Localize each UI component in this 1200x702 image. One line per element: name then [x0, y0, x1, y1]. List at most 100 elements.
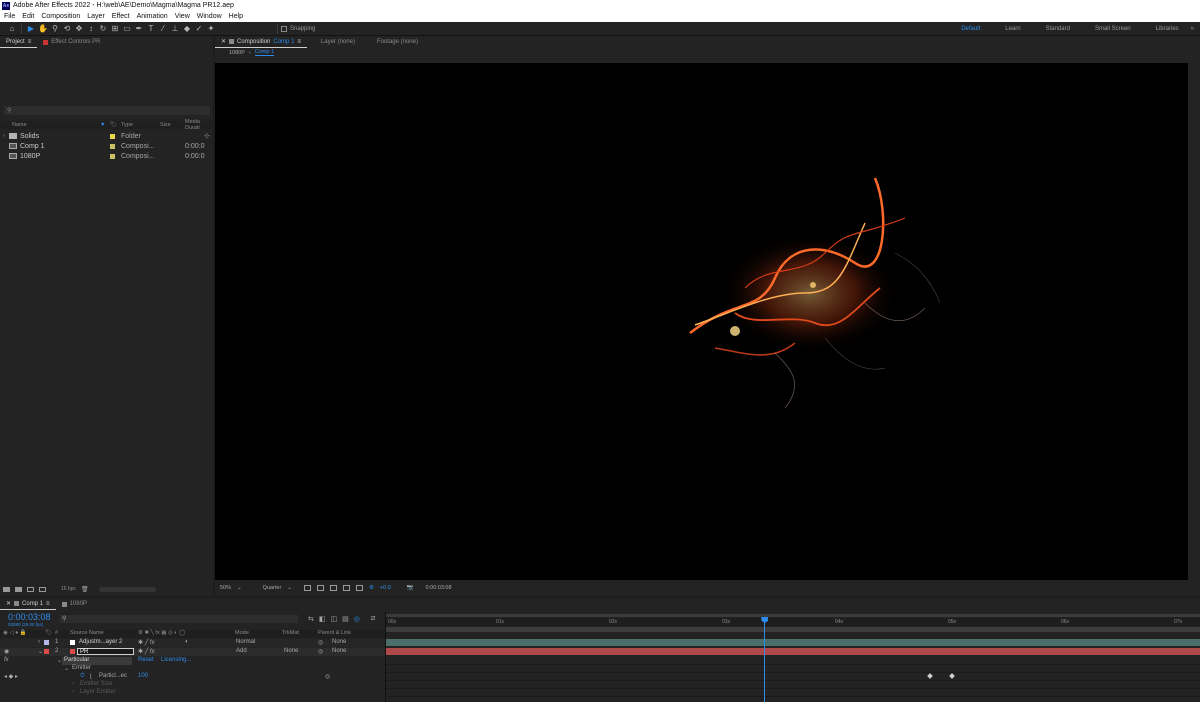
tab-composition[interactable]: ✕ Composition Comp 1 ≡ [215, 36, 307, 48]
brush-tool-icon[interactable]: ⁄ [157, 23, 169, 35]
expand-arrow-icon[interactable]: › [38, 639, 40, 645]
menu-effect[interactable]: Effect [112, 13, 130, 20]
workspace-overflow-icon[interactable]: » [1191, 26, 1194, 32]
workspace-standard[interactable]: Standard [1046, 26, 1070, 32]
zoom-dropdown[interactable]: 50% [220, 585, 231, 591]
snapping-checkbox[interactable] [281, 25, 287, 32]
flowchart-icon[interactable]: ⊹ [204, 132, 210, 140]
snapshot-icon[interactable]: 📷 [407, 585, 414, 591]
timeline-search-input[interactable]: ⚲ [60, 615, 298, 623]
list-item[interactable]: › Solids Folder ⊹ [0, 131, 213, 141]
col-type[interactable]: Type [121, 122, 133, 128]
graph-editor-icon[interactable]: ⧄ [371, 615, 375, 623]
pickwhip-icon[interactable]: ◎ [318, 639, 323, 646]
effect-name[interactable]: Particular [62, 657, 132, 665]
property-group-row[interactable]: ⌄ Emitter [0, 665, 385, 673]
keyframe-nav-icon[interactable]: ◂ ◆ ▸ [4, 673, 18, 680]
property-row[interactable]: ◂ ◆ ▸ ⏱ ⌊ Particl...ec 100 ◎ [0, 673, 385, 681]
graph-icon[interactable]: ⌊ [90, 673, 92, 680]
pen-tool-icon[interactable]: ✒ [133, 23, 145, 35]
comp-mini-flowchart-icon[interactable]: ⇆ [308, 615, 314, 623]
layer-row[interactable]: › 1 Adjustm...ayer 2 ✱ ╱ fx ◐ Normal ◎ N… [0, 639, 385, 647]
transparency-grid-icon[interactable] [316, 585, 324, 591]
hand-tool-icon[interactable]: ✋ [37, 23, 49, 35]
tab-comp1-timeline[interactable]: ✕ Comp 1 ≡ [0, 598, 56, 610]
property-group-row[interactable]: › Layer Emitter [0, 689, 385, 697]
layer2-duration-bar[interactable] [386, 648, 1200, 655]
tab-effect-controls[interactable]: Effect Controls PR [37, 36, 106, 48]
tab-layer[interactable]: Layer (none) [315, 36, 361, 48]
expand-arrow-icon[interactable]: › [72, 681, 74, 687]
pickwhip-icon[interactable]: ◎ [318, 648, 323, 655]
footer-scrollbar[interactable] [98, 586, 156, 592]
adjustment-switch-icon[interactable]: ◐ [185, 639, 189, 645]
collapse-arrow-icon[interactable]: ⌄ [38, 648, 43, 655]
eraser-tool-icon[interactable]: ◆ [181, 23, 193, 35]
menu-view[interactable]: View [175, 13, 190, 20]
col-name[interactable]: Name [12, 122, 27, 128]
property-value[interactable]: 100 [138, 673, 148, 679]
sort-icon[interactable]: ▼ [100, 122, 105, 128]
list-item[interactable]: Comp 1 Composi... 0:00:0 [0, 141, 213, 151]
mask-visibility-icon[interactable] [329, 585, 337, 591]
menu-animation[interactable]: Animation [137, 13, 168, 20]
close-icon[interactable]: ✕ [6, 600, 11, 607]
current-time-display[interactable]: 0:00:03:08 [8, 612, 51, 622]
trkmat-dropdown[interactable]: None [284, 648, 298, 654]
layer-switches[interactable]: ✱ ╱ fx [138, 639, 155, 646]
col-mode[interactable]: Mode [235, 630, 249, 636]
puppet-pin-icon[interactable]: ✦ [205, 23, 217, 35]
effect-licensing-link[interactable]: Licensing... [161, 657, 191, 663]
frame-blending-icon[interactable]: ▤ [342, 615, 349, 623]
type-tool-icon[interactable]: T [145, 23, 157, 35]
region-of-interest-icon[interactable] [342, 585, 350, 591]
layer-row[interactable]: ◉ ⌄ 2 PR ✱ ╱ fx Add None ◎ None [0, 648, 385, 656]
exposure-value[interactable]: +0.0 [380, 585, 391, 591]
list-item[interactable]: 1080P Composi... 0:00:0 [0, 151, 213, 161]
expression-pickwhip-icon[interactable]: ◎ [325, 673, 330, 680]
workspace-libraries[interactable]: Libraries [1156, 26, 1179, 32]
layer1-duration-bar[interactable] [386, 639, 1200, 646]
expand-arrow-icon[interactable]: › [72, 689, 74, 695]
new-folder-icon[interactable] [15, 586, 22, 592]
dolly-camera-icon[interactable]: ↕ [85, 23, 97, 35]
rectangle-tool-icon[interactable]: ▭ [121, 23, 133, 35]
shy-icon[interactable]: ◫ [331, 615, 338, 623]
tab-project[interactable]: Project ≡ [0, 36, 38, 48]
time-ruler[interactable]: 00s 01s 02s 03s 04s 05s 06s 07s [386, 618, 1200, 626]
anchor-point-icon[interactable]: ⊞ [109, 23, 121, 35]
collapse-arrow-icon[interactable]: ⌄ [64, 665, 69, 672]
workspace-learn[interactable]: Learn [1005, 26, 1020, 32]
zoom-tool-icon[interactable]: ⚲ [49, 23, 61, 35]
tab-footage[interactable]: Footage (none) [371, 36, 424, 48]
comp-viewer[interactable] [215, 63, 1188, 580]
label-swatch[interactable] [110, 153, 115, 159]
col-parent[interactable]: Parent & Link [318, 630, 351, 636]
tab-1080p-timeline[interactable]: 1080P [56, 598, 93, 610]
label-swatch[interactable] [110, 143, 115, 149]
label-col-icon[interactable]: 🏷 [110, 122, 117, 128]
color-management-icon[interactable]: ⚙ [369, 585, 374, 591]
project-search-input[interactable]: ⚲ [4, 106, 210, 115]
rotation-tool-icon[interactable]: ↻ [97, 23, 109, 35]
trash-icon[interactable]: 🗑 [81, 586, 89, 593]
layer-name[interactable]: Adjustm...ayer 2 [79, 639, 122, 645]
resolution-dropdown[interactable]: Quarter [263, 585, 282, 591]
timeline-scrollbar[interactable] [386, 627, 1200, 632]
expand-arrow-icon[interactable]: › [3, 133, 5, 139]
layer-switches[interactable]: ✱ ╱ fx [138, 648, 155, 655]
breadcrumb-1080p[interactable]: 1080P [229, 50, 245, 56]
menu-layer[interactable]: Layer [87, 13, 105, 20]
breadcrumb-comp1[interactable]: Comp 1 [254, 49, 275, 56]
parent-dropdown[interactable]: None [332, 639, 346, 645]
col-source-name[interactable]: Source Name [70, 630, 104, 636]
timecode-display[interactable]: 0:00:03:08 [426, 585, 452, 591]
draft-3d-icon[interactable]: ◧ [319, 615, 326, 623]
effect-reset-link[interactable]: Reset [138, 657, 154, 663]
interpret-footage-icon[interactable] [3, 586, 10, 592]
label-swatch[interactable] [110, 133, 115, 139]
menu-edit[interactable]: Edit [22, 13, 34, 20]
col-duration[interactable]: Media Durati [185, 119, 213, 131]
fast-preview-icon[interactable] [303, 585, 311, 591]
stopwatch-icon[interactable]: ⏱ [80, 673, 85, 680]
